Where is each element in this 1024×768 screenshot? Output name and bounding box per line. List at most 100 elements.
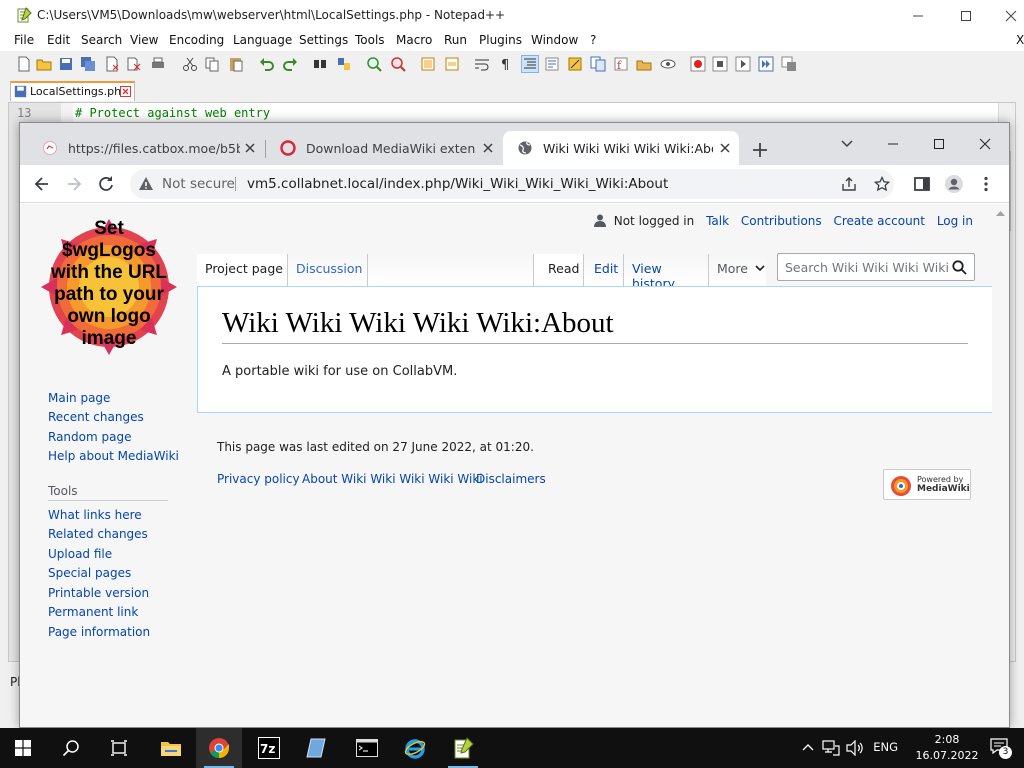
- nav-help[interactable]: Help about MediaWiki: [48, 449, 179, 463]
- close-all-icon[interactable]: [126, 56, 142, 72]
- monitoring-icon[interactable]: [636, 56, 652, 72]
- save-all-icon[interactable]: [80, 56, 96, 72]
- menu-window[interactable]: Window: [531, 33, 578, 47]
- task-view-button[interactable]: [96, 728, 142, 768]
- volume-icon[interactable]: [846, 740, 864, 756]
- clock[interactable]: 2:08 16.07.2022: [912, 732, 982, 764]
- menu-edit[interactable]: Edit: [47, 33, 70, 47]
- tab-close-icon[interactable]: [242, 140, 258, 156]
- tool-related-changes[interactable]: Related changes: [48, 527, 148, 541]
- scroll-up-arrow-icon[interactable]: [996, 210, 1005, 216]
- cut-icon[interactable]: [182, 56, 198, 72]
- copy-icon[interactable]: [204, 56, 220, 72]
- input-language[interactable]: ENG: [873, 740, 898, 754]
- chrome-taskbar-button[interactable]: [196, 728, 242, 768]
- open-file-icon[interactable]: [36, 56, 52, 72]
- network-icon[interactable]: [822, 740, 840, 756]
- tab-close-icon[interactable]: [120, 86, 131, 97]
- notepad-tab-localsettings[interactable]: LocalSettings.php: [10, 81, 135, 101]
- menu-help[interactable]: ?: [590, 33, 596, 47]
- footer-privacy-policy[interactable]: Privacy policy: [217, 472, 300, 486]
- tab-edit[interactable]: Edit: [583, 254, 623, 286]
- app-taskbar-button[interactable]: [294, 728, 340, 768]
- tool-what-links-here[interactable]: What links here: [48, 508, 142, 522]
- terminal-taskbar-button[interactable]: [344, 728, 390, 768]
- find-icon[interactable]: [312, 56, 328, 72]
- file-explorer-button[interactable]: [148, 728, 194, 768]
- show-all-characters-icon[interactable]: ¶: [497, 56, 513, 72]
- menu-tools[interactable]: Tools: [355, 33, 385, 47]
- forward-arrow-icon[interactable]: [64, 174, 84, 194]
- tab-discussion[interactable]: Discussion: [287, 254, 367, 286]
- macro-record-icon[interactable]: [690, 56, 706, 72]
- nav-main-page[interactable]: Main page: [48, 391, 110, 405]
- notepad-minimize-button[interactable]: [895, 0, 941, 31]
- tab-view-history[interactable]: View history: [623, 254, 708, 291]
- share-icon[interactable]: [841, 176, 857, 192]
- menu-dots-icon[interactable]: [976, 174, 996, 194]
- footer-about[interactable]: About Wiki Wiki Wiki Wiki Wiki: [302, 472, 483, 486]
- taskbar-search-button[interactable]: [48, 728, 94, 768]
- internet-explorer-taskbar-button[interactable]: [392, 728, 438, 768]
- chrome-minimize-button[interactable]: [870, 129, 916, 159]
- paste-icon[interactable]: [228, 56, 244, 72]
- new-file-icon[interactable]: [16, 56, 32, 72]
- chevron-up-icon[interactable]: [802, 743, 814, 751]
- start-button[interactable]: [0, 728, 46, 768]
- log-in-link[interactable]: Log in: [937, 214, 973, 228]
- side-panel-icon[interactable]: [912, 174, 932, 194]
- footer-disclaimers[interactable]: Disclaimers: [476, 472, 546, 486]
- create-account-link[interactable]: Create account: [833, 214, 925, 228]
- nav-recent-changes[interactable]: Recent changes: [48, 410, 144, 424]
- bookmark-star-icon[interactable]: [874, 176, 890, 192]
- menu-encoding[interactable]: Encoding: [169, 33, 224, 47]
- chrome-tab-mediawiki-extensions[interactable]: Download MediaWiki extensions: [266, 131, 502, 165]
- menu-run[interactable]: Run: [444, 33, 467, 47]
- menu-search[interactable]: Search: [81, 33, 122, 47]
- document-map-icon[interactable]: [567, 56, 583, 72]
- tool-page-information[interactable]: Page information: [48, 625, 150, 639]
- tab-read[interactable]: Read: [533, 254, 583, 286]
- tool-special-pages[interactable]: Special pages: [48, 566, 131, 580]
- chrome-tab-wiki-about[interactable]: Wiki Wiki Wiki Wiki Wiki:About: [503, 131, 739, 165]
- chrome-close-button[interactable]: [962, 129, 1008, 159]
- back-arrow-icon[interactable]: [32, 174, 52, 194]
- close-file-icon[interactable]: [104, 56, 120, 72]
- tool-printable-version[interactable]: Printable version: [48, 586, 149, 600]
- url-text[interactable]: vm5.collabnet.local/index.php/Wiki_Wiki_…: [247, 176, 668, 192]
- reload-icon[interactable]: [96, 174, 116, 194]
- tool-permanent-link[interactable]: Permanent link: [48, 605, 138, 619]
- sync-vertical-icon[interactable]: [420, 56, 436, 72]
- preview-icon[interactable]: [660, 56, 676, 72]
- profile-avatar-icon[interactable]: [944, 174, 964, 194]
- tab-search-button[interactable]: [824, 129, 870, 159]
- macro-play-icon[interactable]: [735, 56, 751, 72]
- macro-stop-icon[interactable]: [712, 56, 728, 72]
- search-icon[interactable]: [952, 260, 967, 275]
- new-tab-icon[interactable]: [750, 140, 770, 160]
- menu-settings[interactable]: Settings: [299, 33, 348, 47]
- undo-icon[interactable]: [259, 56, 275, 72]
- notepad-title-bar[interactable]: C:\Users\VM5\Downloads\mw\webserver\html…: [0, 0, 1024, 31]
- print-icon[interactable]: [150, 56, 166, 72]
- tab-close-icon[interactable]: [480, 140, 496, 156]
- page-scrollbar[interactable]: [992, 204, 1009, 727]
- menu-plugins[interactable]: Plugins: [479, 33, 522, 47]
- replace-icon[interactable]: [336, 56, 352, 72]
- not-secure-label[interactable]: Not secure: [162, 176, 235, 192]
- chrome-tab-catbox[interactable]: https://files.catbox.moe/b5bz3y...: [28, 131, 264, 165]
- sync-horizontal-icon[interactable]: [444, 56, 460, 72]
- tool-upload-file[interactable]: Upload file: [48, 547, 112, 561]
- more-dropdown[interactable]: More: [708, 254, 766, 286]
- notepad-close-button[interactable]: [988, 0, 1024, 31]
- tab-close-icon[interactable]: [717, 140, 733, 156]
- macro-run-multiple-icon[interactable]: [758, 56, 774, 72]
- menu-file[interactable]: File: [14, 33, 34, 47]
- contributions-link[interactable]: Contributions: [741, 214, 822, 228]
- chrome-maximize-button[interactable]: [916, 129, 962, 159]
- function-list-icon[interactable]: [590, 56, 606, 72]
- zoom-in-icon[interactable]: [366, 56, 382, 72]
- menu-view[interactable]: View: [130, 33, 158, 47]
- warning-icon[interactable]: [138, 176, 154, 192]
- 7zip-taskbar-button[interactable]: 7z: [246, 728, 292, 768]
